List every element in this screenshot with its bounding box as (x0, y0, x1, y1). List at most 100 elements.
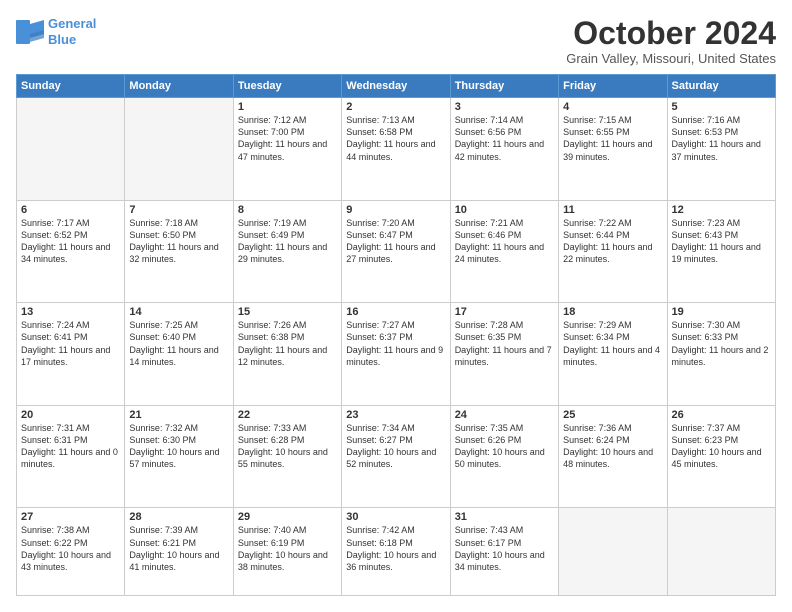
day-number: 14 (129, 306, 228, 318)
calendar-body: 1Sunrise: 7:12 AMSunset: 7:00 PMDaylight… (17, 98, 776, 596)
day-info: Sunrise: 7:40 AMSunset: 6:19 PMDaylight:… (238, 524, 337, 573)
day-number: 7 (129, 204, 228, 216)
day-info: Sunrise: 7:19 AMSunset: 6:49 PMDaylight:… (238, 217, 337, 266)
table-row: 10Sunrise: 7:21 AMSunset: 6:46 PMDayligh… (450, 200, 558, 303)
page: General Blue October 2024 Grain Valley, … (0, 0, 792, 612)
header: General Blue October 2024 Grain Valley, … (16, 16, 776, 66)
header-monday: Monday (125, 75, 233, 98)
table-row: 12Sunrise: 7:23 AMSunset: 6:43 PMDayligh… (667, 200, 775, 303)
table-row: 7Sunrise: 7:18 AMSunset: 6:50 PMDaylight… (125, 200, 233, 303)
table-row: 23Sunrise: 7:34 AMSunset: 6:27 PMDayligh… (342, 405, 450, 508)
day-number: 10 (455, 204, 554, 216)
table-row: 29Sunrise: 7:40 AMSunset: 6:19 PMDayligh… (233, 508, 341, 596)
day-number: 9 (346, 204, 445, 216)
day-info: Sunrise: 7:22 AMSunset: 6:44 PMDaylight:… (563, 217, 662, 266)
day-info: Sunrise: 7:18 AMSunset: 6:50 PMDaylight:… (129, 217, 228, 266)
day-info: Sunrise: 7:17 AMSunset: 6:52 PMDaylight:… (21, 217, 120, 266)
day-info: Sunrise: 7:35 AMSunset: 6:26 PMDaylight:… (455, 422, 554, 471)
day-info: Sunrise: 7:39 AMSunset: 6:21 PMDaylight:… (129, 524, 228, 573)
table-row: 30Sunrise: 7:42 AMSunset: 6:18 PMDayligh… (342, 508, 450, 596)
day-number: 21 (129, 409, 228, 421)
day-number: 26 (672, 409, 771, 421)
header-wednesday: Wednesday (342, 75, 450, 98)
day-info: Sunrise: 7:37 AMSunset: 6:23 PMDaylight:… (672, 422, 771, 471)
day-number: 19 (672, 306, 771, 318)
day-info: Sunrise: 7:15 AMSunset: 6:55 PMDaylight:… (563, 114, 662, 163)
month-title: October 2024 (566, 16, 776, 51)
day-number: 20 (21, 409, 120, 421)
calendar: Sunday Monday Tuesday Wednesday Thursday… (16, 74, 776, 596)
day-info: Sunrise: 7:30 AMSunset: 6:33 PMDaylight:… (672, 319, 771, 368)
day-number: 25 (563, 409, 662, 421)
table-row: 20Sunrise: 7:31 AMSunset: 6:31 PMDayligh… (17, 405, 125, 508)
table-row (667, 508, 775, 596)
day-number: 3 (455, 101, 554, 113)
table-row: 1Sunrise: 7:12 AMSunset: 7:00 PMDaylight… (233, 98, 341, 201)
table-row: 15Sunrise: 7:26 AMSunset: 6:38 PMDayligh… (233, 303, 341, 406)
table-row: 16Sunrise: 7:27 AMSunset: 6:37 PMDayligh… (342, 303, 450, 406)
day-info: Sunrise: 7:24 AMSunset: 6:41 PMDaylight:… (21, 319, 120, 368)
day-number: 18 (563, 306, 662, 318)
day-info: Sunrise: 7:36 AMSunset: 6:24 PMDaylight:… (563, 422, 662, 471)
table-row: 6Sunrise: 7:17 AMSunset: 6:52 PMDaylight… (17, 200, 125, 303)
table-row: 19Sunrise: 7:30 AMSunset: 6:33 PMDayligh… (667, 303, 775, 406)
table-row: 9Sunrise: 7:20 AMSunset: 6:47 PMDaylight… (342, 200, 450, 303)
day-info: Sunrise: 7:42 AMSunset: 6:18 PMDaylight:… (346, 524, 445, 573)
table-row: 28Sunrise: 7:39 AMSunset: 6:21 PMDayligh… (125, 508, 233, 596)
day-info: Sunrise: 7:31 AMSunset: 6:31 PMDaylight:… (21, 422, 120, 471)
day-info: Sunrise: 7:23 AMSunset: 6:43 PMDaylight:… (672, 217, 771, 266)
day-info: Sunrise: 7:27 AMSunset: 6:37 PMDaylight:… (346, 319, 445, 368)
table-row: 3Sunrise: 7:14 AMSunset: 6:56 PMDaylight… (450, 98, 558, 201)
table-row: 4Sunrise: 7:15 AMSunset: 6:55 PMDaylight… (559, 98, 667, 201)
table-row: 31Sunrise: 7:43 AMSunset: 6:17 PMDayligh… (450, 508, 558, 596)
table-row: 11Sunrise: 7:22 AMSunset: 6:44 PMDayligh… (559, 200, 667, 303)
day-number: 27 (21, 511, 120, 523)
table-row: 24Sunrise: 7:35 AMSunset: 6:26 PMDayligh… (450, 405, 558, 508)
table-row: 13Sunrise: 7:24 AMSunset: 6:41 PMDayligh… (17, 303, 125, 406)
table-row: 27Sunrise: 7:38 AMSunset: 6:22 PMDayligh… (17, 508, 125, 596)
day-number: 15 (238, 306, 337, 318)
day-info: Sunrise: 7:33 AMSunset: 6:28 PMDaylight:… (238, 422, 337, 471)
day-number: 24 (455, 409, 554, 421)
table-row: 5Sunrise: 7:16 AMSunset: 6:53 PMDaylight… (667, 98, 775, 201)
logo-icon (16, 20, 44, 44)
header-sunday: Sunday (17, 75, 125, 98)
day-number: 31 (455, 511, 554, 523)
day-number: 4 (563, 101, 662, 113)
day-number: 13 (21, 306, 120, 318)
day-info: Sunrise: 7:38 AMSunset: 6:22 PMDaylight:… (21, 524, 120, 573)
table-row (125, 98, 233, 201)
title-block: October 2024 Grain Valley, Missouri, Uni… (566, 16, 776, 66)
logo: General Blue (16, 16, 96, 47)
logo-line2: Blue (48, 32, 76, 47)
day-info: Sunrise: 7:21 AMSunset: 6:46 PMDaylight:… (455, 217, 554, 266)
table-row: 18Sunrise: 7:29 AMSunset: 6:34 PMDayligh… (559, 303, 667, 406)
calendar-header: Sunday Monday Tuesday Wednesday Thursday… (17, 75, 776, 98)
day-info: Sunrise: 7:20 AMSunset: 6:47 PMDaylight:… (346, 217, 445, 266)
day-info: Sunrise: 7:13 AMSunset: 6:58 PMDaylight:… (346, 114, 445, 163)
day-info: Sunrise: 7:29 AMSunset: 6:34 PMDaylight:… (563, 319, 662, 368)
table-row: 2Sunrise: 7:13 AMSunset: 6:58 PMDaylight… (342, 98, 450, 201)
day-info: Sunrise: 7:26 AMSunset: 6:38 PMDaylight:… (238, 319, 337, 368)
day-number: 6 (21, 204, 120, 216)
header-saturday: Saturday (667, 75, 775, 98)
day-number: 17 (455, 306, 554, 318)
table-row: 14Sunrise: 7:25 AMSunset: 6:40 PMDayligh… (125, 303, 233, 406)
day-info: Sunrise: 7:16 AMSunset: 6:53 PMDaylight:… (672, 114, 771, 163)
day-number: 28 (129, 511, 228, 523)
day-number: 1 (238, 101, 337, 113)
header-tuesday: Tuesday (233, 75, 341, 98)
day-number: 23 (346, 409, 445, 421)
day-info: Sunrise: 7:14 AMSunset: 6:56 PMDaylight:… (455, 114, 554, 163)
table-row: 26Sunrise: 7:37 AMSunset: 6:23 PMDayligh… (667, 405, 775, 508)
table-row: 25Sunrise: 7:36 AMSunset: 6:24 PMDayligh… (559, 405, 667, 508)
day-info: Sunrise: 7:28 AMSunset: 6:35 PMDaylight:… (455, 319, 554, 368)
table-row: 8Sunrise: 7:19 AMSunset: 6:49 PMDaylight… (233, 200, 341, 303)
header-thursday: Thursday (450, 75, 558, 98)
table-row: 22Sunrise: 7:33 AMSunset: 6:28 PMDayligh… (233, 405, 341, 508)
day-number: 2 (346, 101, 445, 113)
day-info: Sunrise: 7:32 AMSunset: 6:30 PMDaylight:… (129, 422, 228, 471)
day-number: 5 (672, 101, 771, 113)
location: Grain Valley, Missouri, United States (566, 51, 776, 66)
day-info: Sunrise: 7:12 AMSunset: 7:00 PMDaylight:… (238, 114, 337, 163)
